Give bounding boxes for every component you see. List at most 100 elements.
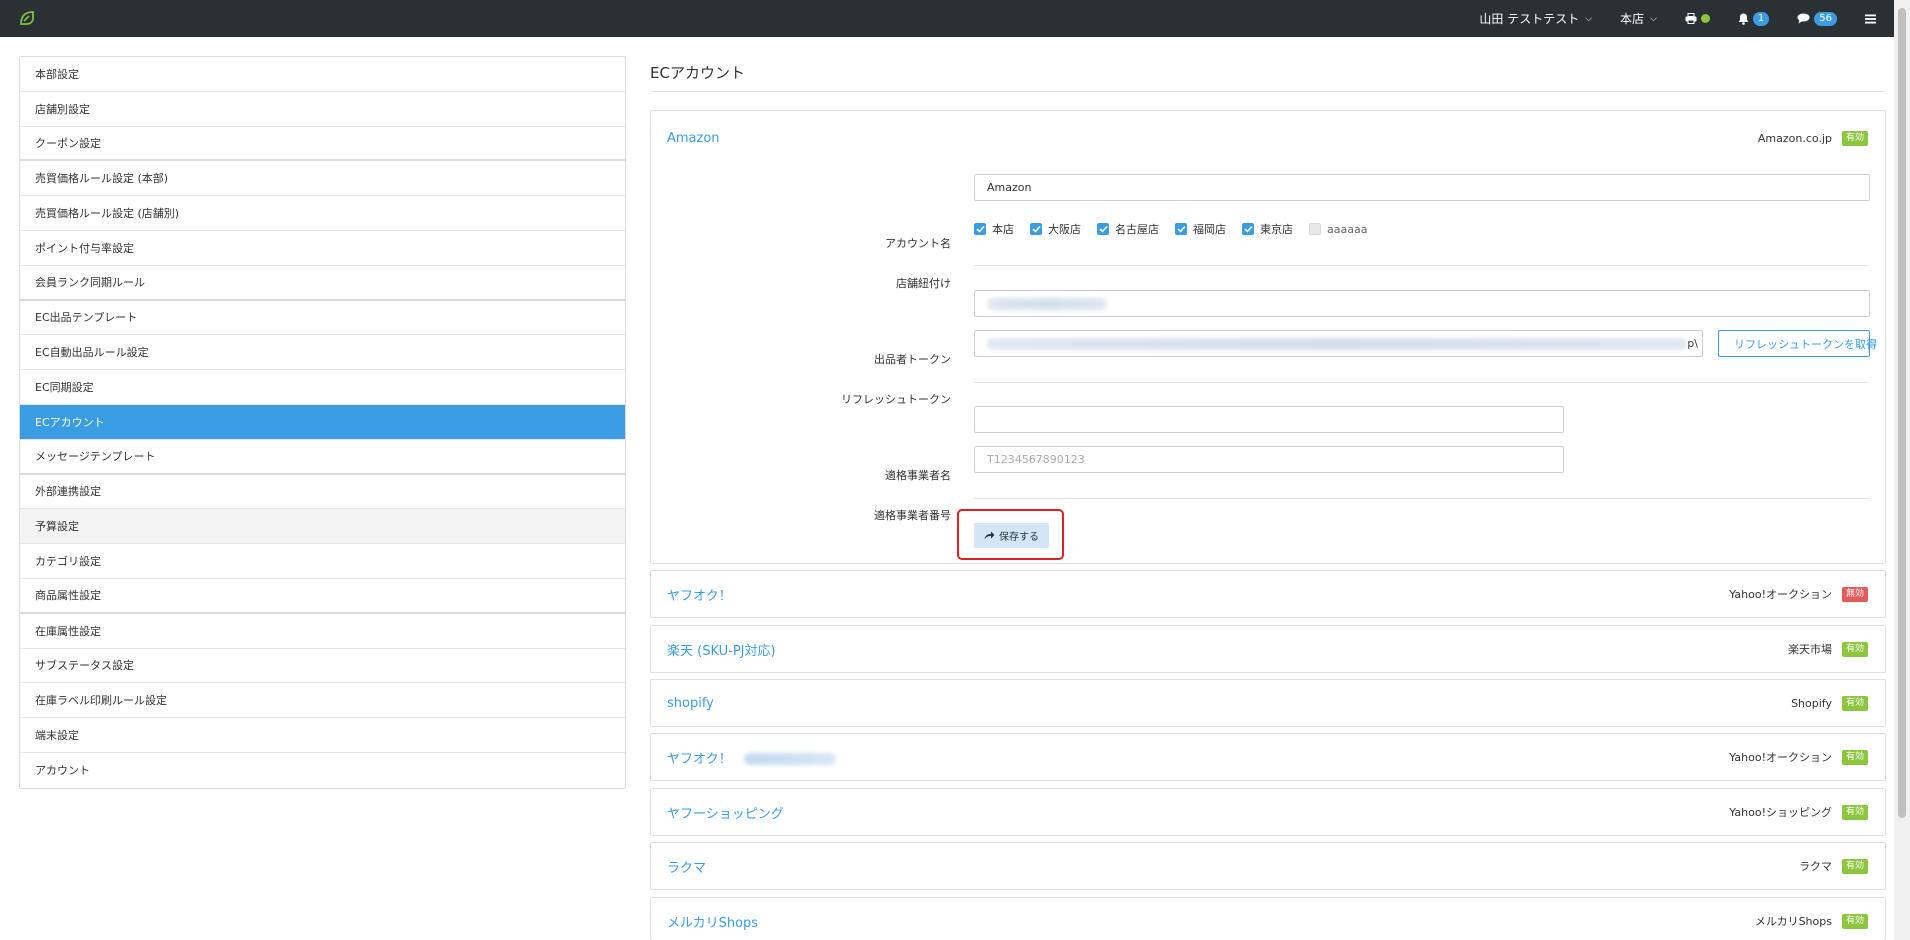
user-menu[interactable]: 山田 テストテスト ⌵ <box>1479 10 1592 27</box>
account-panel[interactable]: ヤフオク！ Yahoo!オークション 有効 <box>650 733 1886 781</box>
store-checkboxes: 本店 大阪店 名古屋店 福岡店 東京店 aaaaaa <box>974 221 1383 237</box>
store-checkbox-fukuoka[interactable]: 福岡店 <box>1175 221 1226 237</box>
chevron-down-icon: ⌵ <box>1650 13 1657 24</box>
account-name-link[interactable]: 楽天 (SKU-PJ対応) <box>667 640 776 659</box>
amazon-account-panel: Amazon Amazon.co.jp 有効 アカウント名 店舗紐付け 出品者ト… <box>650 110 1886 564</box>
section-divider <box>974 265 1870 266</box>
account-panel[interactable]: メルカリShops メルカリShops 有効 <box>650 897 1886 940</box>
service-name: Shopify <box>1791 696 1832 710</box>
sidebar-item-label-print[interactable]: 在庫ラベル印刷ルール設定 <box>20 683 625 719</box>
sidebar-item-category[interactable]: カテゴリ設定 <box>20 544 625 579</box>
sidebar-item-budget[interactable]: 予算設定 <box>20 509 625 545</box>
sidebar-item-store-settings[interactable]: 店舗別設定 <box>20 92 625 127</box>
sidebar-item-message-template[interactable]: メッセージテンプレート <box>20 440 625 475</box>
account-name-link[interactable]: ヤフオク！ <box>667 748 836 767</box>
sidebar-item-terminal[interactable]: 端末設定 <box>20 718 625 753</box>
scrollbar-thumb[interactable] <box>1898 8 1906 818</box>
page-scrollbar[interactable] <box>1894 0 1910 940</box>
sidebar-item-ec-account[interactable]: ECアカウント <box>20 404 625 440</box>
sidebar-item-price-rule-hq[interactable]: 売買価格ルール設定 (本部) <box>20 161 625 197</box>
store-menu[interactable]: 本店 ⌵ <box>1620 10 1657 27</box>
account-panel-header[interactable]: ヤフオク！ Yahoo!オークション 無効 <box>651 571 1885 617</box>
checkbox-checked-icon <box>1097 223 1109 235</box>
account-name-link[interactable]: メルカリShops <box>667 912 758 931</box>
sidebar-item-ec-sync[interactable]: EC同期設定 <box>20 370 625 405</box>
section-divider <box>974 498 1870 499</box>
service-name: Yahoo!オークション <box>1729 588 1832 601</box>
account-panel-header[interactable]: ラクマ ラクマ 有効 <box>651 843 1885 889</box>
checkbox-checked-icon <box>1242 223 1254 235</box>
sidebar-item-substatus[interactable]: サブステータス設定 <box>20 649 625 684</box>
service-name: ラクマ <box>1798 860 1832 873</box>
sidebar-item-product-attr[interactable]: 商品属性設定 <box>20 579 625 614</box>
store-checkbox-tokyo[interactable]: 東京店 <box>1242 221 1293 237</box>
refresh-token-input[interactable]: p\ <box>974 330 1703 357</box>
get-refresh-token-button[interactable]: リフレッシュトークンを取得 <box>1718 330 1877 357</box>
printer-icon <box>1685 13 1697 24</box>
share-arrow-icon <box>984 531 995 540</box>
marketplace-name: Amazon.co.jp <box>1757 131 1832 145</box>
status-badge: 有効 <box>1841 641 1868 657</box>
account-panel[interactable]: ヤフーショッピング Yahoo!ショッピング 有効 <box>650 788 1886 836</box>
account-panel[interactable]: ヤフオク！ Yahoo!オークション 無効 <box>650 570 1886 618</box>
sidebar-item-account[interactable]: アカウント <box>20 753 625 788</box>
account-name-input[interactable]: Amazon <box>974 174 1870 201</box>
refresh-token-label: リフレッシュトークン <box>841 393 951 406</box>
chevron-down-icon: ⌵ <box>1585 13 1593 24</box>
sidebar-item-coupon[interactable]: クーポン設定 <box>20 127 625 162</box>
printer-status[interactable] <box>1685 13 1710 24</box>
status-badge: 有効 <box>1841 130 1868 146</box>
account-panel-header[interactable]: メルカリShops メルカリShops 有効 <box>651 898 1885 940</box>
account-panel-header[interactable]: ヤフオク！ Yahoo!オークション 有効 <box>651 734 1885 780</box>
status-badge: 有効 <box>1841 749 1868 765</box>
amazon-panel-header[interactable]: Amazon Amazon.co.jp 有効 <box>651 111 1885 165</box>
redacted-value <box>743 753 836 765</box>
account-panel-header[interactable]: ヤフーショッピング Yahoo!ショッピング 有効 <box>651 789 1885 835</box>
sidebar-item-point-rate[interactable]: ポイント付与率設定 <box>20 231 625 266</box>
account-panel[interactable]: ラクマ ラクマ 有効 <box>650 842 1886 890</box>
redacted-value <box>987 297 1107 310</box>
account-panel[interactable]: 楽天 (SKU-PJ対応) 楽天市場 有効 <box>650 625 1886 673</box>
account-name-link[interactable]: ラクマ <box>667 857 706 876</box>
messages-button[interactable]: 56 <box>1797 11 1837 26</box>
account-name-label: アカウント名 <box>885 237 951 250</box>
sidebar-item-ec-auto-listing[interactable]: EC自動出品ルール設定 <box>20 335 625 371</box>
account-panel-header[interactable]: 楽天 (SKU-PJ対応) 楽天市場 有効 <box>651 626 1885 672</box>
seller-token-input[interactable] <box>974 290 1870 317</box>
checkbox-checked-icon <box>1030 223 1042 235</box>
sidebar-item-stock-attr[interactable]: 在庫属性設定 <box>20 614 625 649</box>
main-menu-button[interactable] <box>1865 14 1876 24</box>
status-badge: 有効 <box>1841 858 1868 874</box>
store-checkbox-nagoya[interactable]: 名古屋店 <box>1097 221 1159 237</box>
stores-label: 店舗紐付け <box>896 277 951 290</box>
section-divider <box>974 382 1870 383</box>
store-checkbox-aaaaaa[interactable]: aaaaaa <box>1309 223 1367 236</box>
sidebar-item-price-rule-store[interactable]: 売買価格ルール設定 (店舗別) <box>20 196 625 231</box>
store-checkbox-honten[interactable]: 本店 <box>974 221 1014 237</box>
sidebar-item-headquarters[interactable]: 本部設定 <box>20 57 625 92</box>
business-number-label: 適格事業者番号 <box>874 509 951 522</box>
account-panel[interactable]: shopify Shopify 有効 <box>650 679 1886 727</box>
checkbox-unchecked-icon <box>1309 223 1321 235</box>
menu-icon <box>1865 14 1876 23</box>
notifications-button[interactable]: 1 <box>1738 11 1770 26</box>
account-panel-header[interactable]: shopify Shopify 有効 <box>651 680 1885 726</box>
sidebar-item-ec-template[interactable]: EC出品テンプレート <box>20 301 625 336</box>
status-badge: 無効 <box>1841 586 1868 602</box>
title-divider <box>650 91 1886 92</box>
save-button[interactable]: 保存する <box>974 523 1049 548</box>
account-name-link[interactable]: ヤフーショッピング <box>667 803 784 822</box>
printer-online-dot <box>1700 14 1710 23</box>
settings-sidebar: 本部設定 店舗別設定 クーポン設定 売買価格ルール設定 (本部) 売買価格ルール… <box>19 56 626 789</box>
account-name-link[interactable]: Amazon <box>667 131 720 146</box>
account-name-link[interactable]: ヤフオク！ <box>667 585 732 604</box>
status-badge: 有効 <box>1841 913 1868 929</box>
business-number-input[interactable]: T1234567890123 <box>974 446 1564 473</box>
chat-icon <box>1797 13 1810 24</box>
business-name-input[interactable] <box>974 406 1564 433</box>
logo-icon[interactable] <box>18 9 36 27</box>
sidebar-item-external[interactable]: 外部連携設定 <box>20 475 625 510</box>
account-name-link[interactable]: shopify <box>667 696 714 711</box>
store-checkbox-osaka[interactable]: 大阪店 <box>1030 221 1081 237</box>
sidebar-item-member-rank[interactable]: 会員ランク同期ルール <box>20 266 625 301</box>
